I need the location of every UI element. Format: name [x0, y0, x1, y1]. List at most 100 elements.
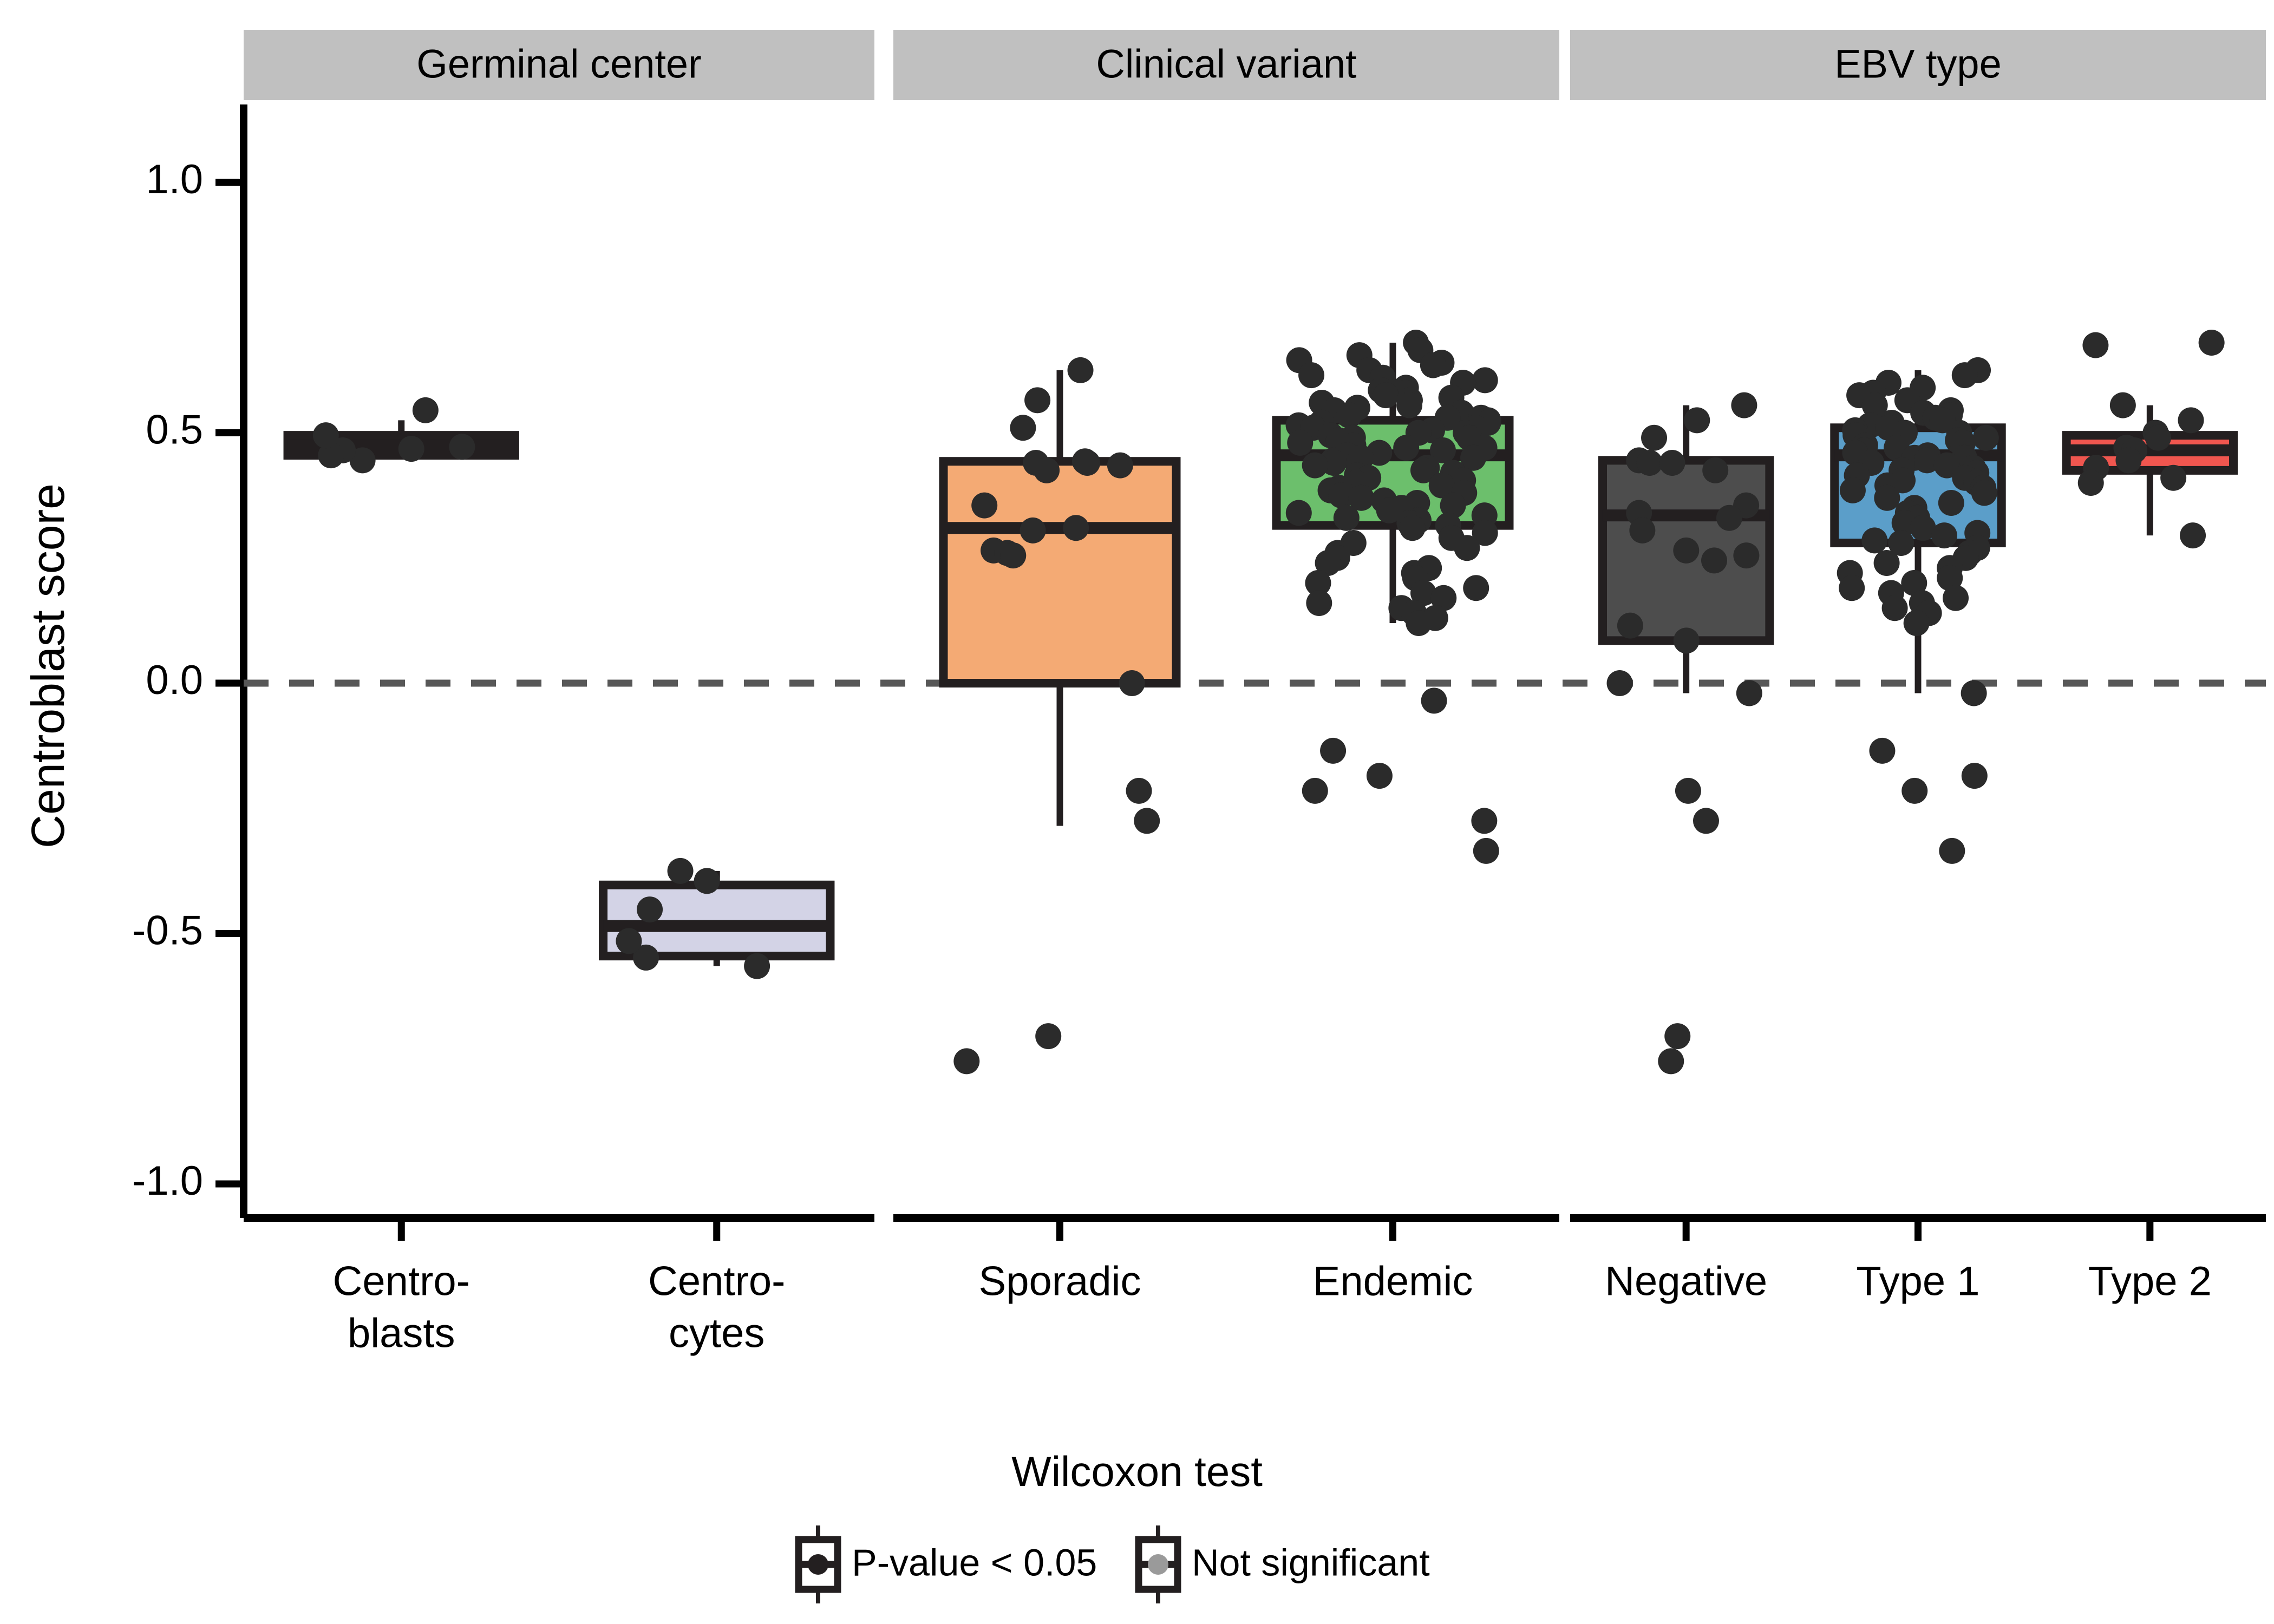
- data-point: [1629, 517, 1656, 543]
- data-point: [953, 1048, 980, 1075]
- data-point: [1473, 837, 1499, 864]
- data-point: [1471, 808, 1498, 834]
- data-point: [2077, 470, 2104, 496]
- legend-key-point: [808, 1554, 828, 1575]
- facet-strip-label: EBV type: [1834, 42, 2002, 87]
- legend-item[interactable]: P-value < 0.05: [795, 1525, 1097, 1603]
- data-point: [2145, 424, 2171, 451]
- facet-strip-label: Clinical variant: [1096, 42, 1357, 87]
- data-point: [971, 492, 998, 519]
- data-point: [1107, 452, 1133, 479]
- data-point: [1396, 392, 1423, 418]
- data-point: [1971, 480, 1997, 506]
- data-point: [637, 896, 663, 923]
- data-point: [1306, 590, 1332, 616]
- data-point: [1693, 808, 1719, 834]
- data-point: [1617, 612, 1643, 639]
- y-tick-label: 0.0: [146, 657, 203, 703]
- data-point: [1861, 527, 1888, 554]
- y-tick-label: -0.5: [132, 908, 203, 954]
- data-point: [1393, 435, 1420, 461]
- y-tick-label: 1.0: [146, 156, 203, 202]
- data-point: [1010, 415, 1036, 441]
- data-point: [2109, 392, 2136, 418]
- x-tick-label: cytes: [669, 1310, 764, 1356]
- data-point: [1606, 670, 1633, 696]
- data-point: [1406, 610, 1432, 636]
- data-point: [1903, 610, 1930, 636]
- data-point: [1024, 387, 1051, 414]
- legend-title: Wilcoxon test: [1011, 1448, 1263, 1495]
- data-point: [1320, 737, 1347, 764]
- data-point: [1658, 1048, 1684, 1075]
- data-point: [1285, 500, 1312, 526]
- boxplot-group[interactable]: [1272, 330, 1514, 864]
- boxplot-group[interactable]: [599, 857, 835, 979]
- data-point: [1675, 777, 1701, 804]
- data-point: [1664, 1023, 1691, 1050]
- data-point: [1035, 1023, 1062, 1050]
- data-point: [1302, 452, 1328, 479]
- data-point: [1733, 542, 1760, 569]
- data-point: [1901, 777, 1928, 804]
- data-point: [449, 434, 475, 460]
- data-point: [1119, 670, 1145, 696]
- data-point: [1869, 737, 1896, 764]
- x-tick-label: Negative: [1605, 1258, 1767, 1304]
- data-point: [1641, 424, 1668, 451]
- chart-figure: 1.0 0.5 0.0 -0.5 -1.0 Centroblast score Germin…: [0, 0, 2274, 1624]
- data-point: [1873, 550, 1900, 576]
- data-point: [1067, 357, 1094, 383]
- data-point: [1373, 382, 1399, 409]
- y-tick-label: 0.5: [146, 407, 203, 453]
- data-point: [1463, 575, 1489, 601]
- data-point: [1939, 837, 1965, 864]
- data-point: [1421, 687, 1447, 714]
- x-tick-label: Type 2: [2088, 1258, 2212, 1304]
- data-point: [2178, 407, 2204, 434]
- data-point: [1074, 450, 1101, 476]
- legend-key-point: [1148, 1554, 1168, 1575]
- data-point: [1684, 407, 1710, 434]
- x-tick-label: Sporadic: [979, 1258, 1141, 1304]
- data-point: [1673, 627, 1700, 654]
- data-point: [1839, 575, 1865, 601]
- data-point: [1034, 457, 1060, 483]
- data-point: [1399, 515, 1426, 541]
- data-point: [1716, 505, 1742, 531]
- data-point: [1366, 763, 1393, 789]
- boxplot-svg: 1.0 0.5 0.0 -0.5 -1.0 Centroblast score Germin…: [22, 30, 2266, 1603]
- data-point: [1659, 450, 1685, 476]
- data-point: [1951, 362, 1978, 389]
- data-point: [2160, 464, 2187, 491]
- data-point: [1881, 595, 1908, 621]
- y-axis-title: Centroblast score: [22, 483, 74, 848]
- data-point: [1874, 484, 1900, 511]
- boxplot-group[interactable]: [2062, 330, 2238, 549]
- data-point: [1000, 542, 1027, 569]
- x-tick-label: blasts: [348, 1310, 455, 1356]
- data-point: [2180, 522, 2206, 549]
- data-point: [1938, 490, 1964, 516]
- data-point: [616, 928, 642, 954]
- data-point: [667, 857, 694, 884]
- data-point: [1420, 352, 1446, 378]
- facet-strip-label: Germinal center: [416, 42, 701, 87]
- data-point: [1472, 367, 1498, 394]
- data-point: [694, 868, 720, 894]
- data-point: [744, 953, 770, 979]
- boxplot-group[interactable]: [1830, 357, 2006, 864]
- boxplot-group[interactable]: [939, 357, 1181, 1075]
- boxplot-group[interactable]: [283, 397, 519, 474]
- data-point: [1943, 585, 1969, 611]
- legend-item[interactable]: Not significant: [1135, 1525, 1430, 1603]
- data-point: [1020, 517, 1046, 543]
- data-point: [1702, 457, 1729, 483]
- x-tick-label: Centro-: [648, 1258, 785, 1304]
- legend-item-label: Not significant: [1192, 1541, 1430, 1583]
- data-point: [398, 436, 424, 462]
- legend-item-label: P-value < 0.05: [852, 1541, 1097, 1583]
- boxplot-group[interactable]: [1598, 392, 1774, 1075]
- x-tick-label: Type 1: [1856, 1258, 1979, 1304]
- x-tick-label: Centro-: [333, 1258, 470, 1304]
